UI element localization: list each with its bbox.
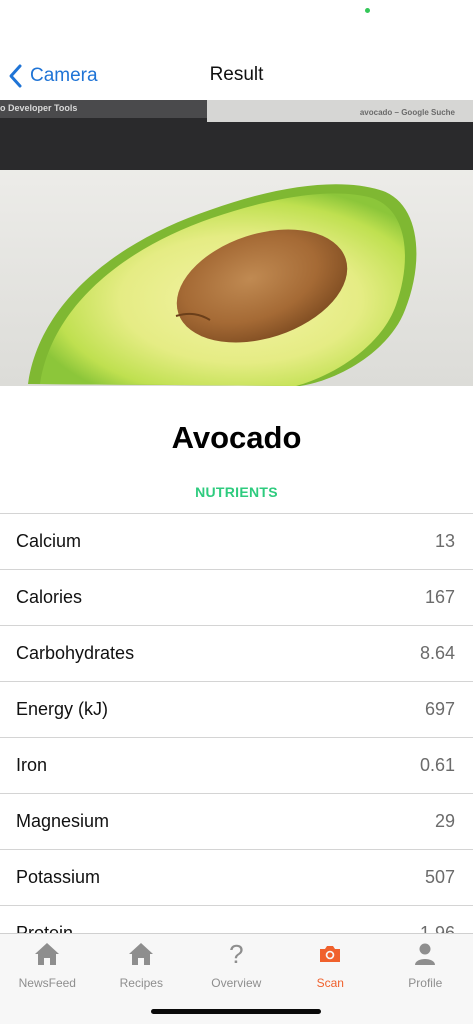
nutrient-value: 8.64 <box>419 643 455 663</box>
house-icon <box>94 941 189 967</box>
nutrient-row: Magnesium 29 <box>0 794 473 850</box>
tab-label: Recipes <box>119 976 163 990</box>
photo-browser-tab-left: o Developer Tools <box>0 103 78 113</box>
navigation-bar: Camera Result <box>0 50 473 102</box>
status-bar <box>0 0 473 40</box>
nutrient-value: 0.61 <box>419 755 455 775</box>
nutrient-name: Iron <box>16 755 48 775</box>
tab-label: Overview <box>211 976 262 990</box>
nutrient-name: Energy (kJ) <box>16 699 109 719</box>
photo-browser-tab-right: avocado – Google Suche <box>359 108 455 117</box>
tab-newsfeed[interactable]: NewsFeed <box>0 934 95 996</box>
nutrient-name: Calories <box>16 587 83 607</box>
nutrient-row: Calcium 13 <box>0 514 473 570</box>
nutrient-name: Protein <box>16 923 74 933</box>
nutrient-name: Potassium <box>16 867 101 887</box>
nutrient-value: 13 <box>434 531 455 551</box>
nutrient-row: Energy (kJ) 697 <box>0 682 473 738</box>
nutrient-value: 697 <box>424 699 455 719</box>
nutrient-name: Carbohydrates <box>16 643 135 663</box>
nutrient-value: 1.96 <box>419 923 455 933</box>
tab-label: Scan <box>316 976 344 990</box>
tab-scan[interactable]: Scan <box>283 934 378 996</box>
home-indicator[interactable] <box>151 1009 321 1014</box>
page-title: Result <box>209 64 264 85</box>
food-photo: o Developer Tools avocado – Google Suche <box>0 100 473 386</box>
nutrient-name: Magnesium <box>16 811 110 831</box>
tab-recipes[interactable]: Recipes <box>94 934 189 996</box>
nutrient-list[interactable]: Calcium 13 Calories 167 Carbohydrates 8.… <box>0 513 473 933</box>
privacy-indicator-dot <box>365 8 370 13</box>
nutrient-row: Potassium 507 <box>0 850 473 906</box>
food-name: Avocado <box>171 420 302 455</box>
house-icon <box>0 941 95 967</box>
question-mark-icon: ? <box>229 939 244 969</box>
nutrient-row: Iron 0.61 <box>0 738 473 794</box>
person-icon <box>378 941 473 967</box>
nutrient-row: Carbohydrates 8.64 <box>0 626 473 682</box>
nutrients-section-header: NUTRIENTS <box>195 484 278 500</box>
nutrient-row: Protein 1.96 <box>0 906 473 933</box>
nutrient-value: 29 <box>434 811 455 831</box>
nutrient-name: Calcium <box>16 531 82 551</box>
tab-profile[interactable]: Profile <box>378 934 473 996</box>
avocado-image <box>0 100 473 386</box>
tab-label: NewsFeed <box>18 976 76 990</box>
tab-overview[interactable]: ? Overview <box>189 934 284 996</box>
nutrient-value: 167 <box>424 587 455 607</box>
nutrient-value: 507 <box>424 867 455 887</box>
camera-icon <box>283 941 378 967</box>
nutrient-row: Calories 167 <box>0 570 473 626</box>
tab-label: Profile <box>408 976 443 990</box>
